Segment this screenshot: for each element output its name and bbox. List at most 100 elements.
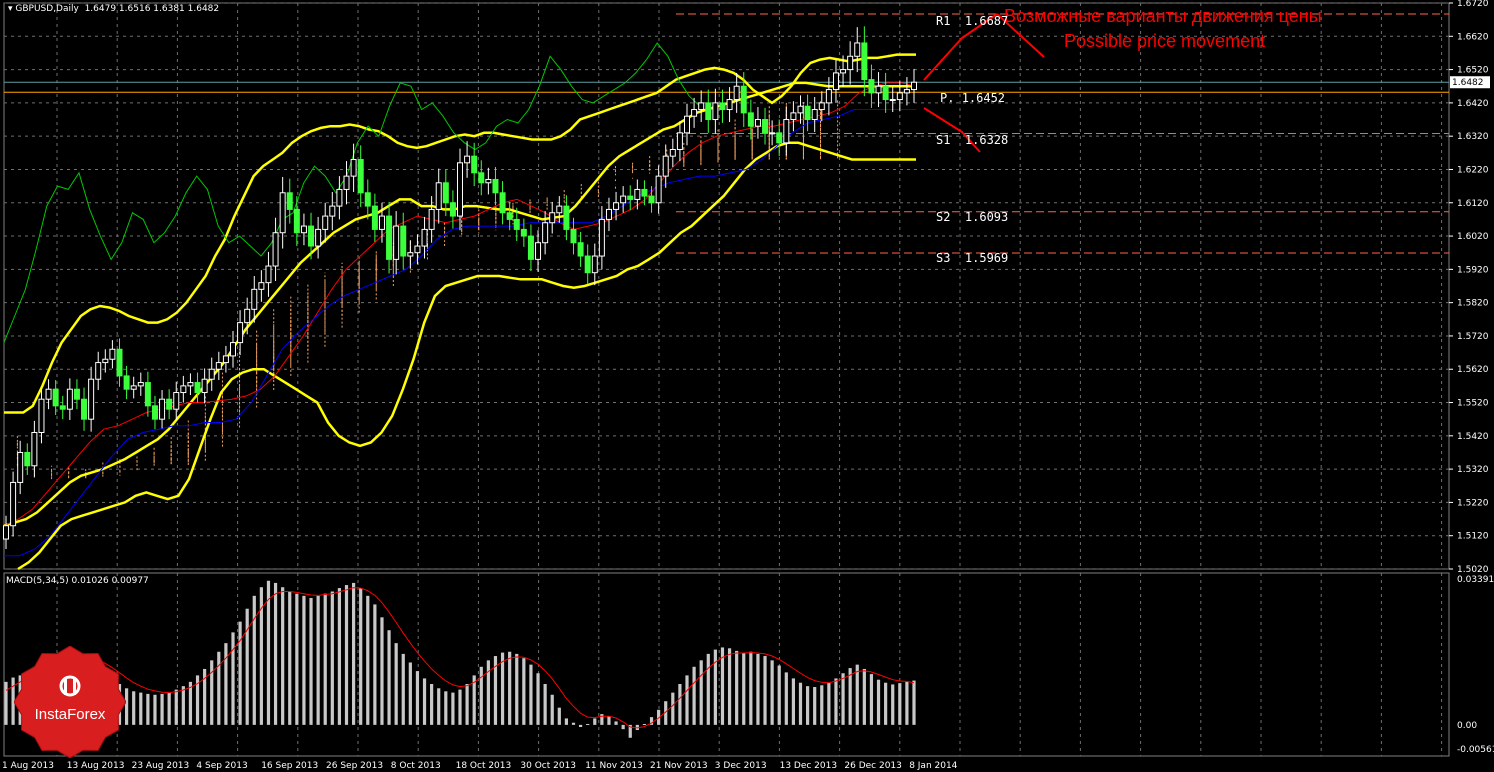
candle-bullish xyxy=(173,392,180,410)
candle-bullish xyxy=(691,109,698,117)
macd-title: MACD(5,34,5) 0.01026 0.00977 xyxy=(6,576,149,586)
macd-histogram-bar xyxy=(465,684,469,725)
macd-histogram-bar xyxy=(784,672,788,725)
candle-bullish xyxy=(3,525,9,540)
macd-histogram-bar xyxy=(671,692,675,725)
macd-histogram-bar xyxy=(763,656,767,725)
candle-bearish xyxy=(116,348,123,377)
candle-bearish xyxy=(166,398,173,410)
y-tick-label: 1.5020 xyxy=(1457,565,1489,575)
macd-histogram-bar xyxy=(153,694,157,725)
macd-histogram-bar xyxy=(316,595,320,725)
candle-bearish xyxy=(527,235,534,260)
macd-histogram-bar xyxy=(486,660,490,725)
macd-histogram-bar xyxy=(160,693,164,725)
x-tick-label: 30 Oct 2013 xyxy=(520,761,576,771)
macd-histogram-bar xyxy=(876,679,881,725)
pivot-p-label: P. 1.6452 xyxy=(940,91,1006,105)
candle-bearish xyxy=(804,105,811,121)
candle-bullish xyxy=(428,208,435,230)
macd-histogram-bar xyxy=(557,707,561,725)
candle-bullish xyxy=(712,102,719,121)
candle-bearish xyxy=(286,192,293,210)
y-tick-label: 1.5620 xyxy=(1457,365,1489,375)
macd-histogram-bar xyxy=(543,684,547,725)
macd-histogram-bar xyxy=(749,651,753,725)
macd-histogram-bar xyxy=(827,682,831,725)
candle-bearish xyxy=(24,451,31,467)
x-tick-label: 23 Aug 2013 xyxy=(132,761,190,771)
macd-histogram-bar xyxy=(777,665,781,725)
candle-bullish xyxy=(457,162,463,217)
candle-bullish xyxy=(336,188,343,207)
macd-y-tick-label: 0.03391 xyxy=(1457,575,1494,585)
macd-histogram-bar xyxy=(387,630,391,725)
candle-bullish xyxy=(393,225,400,260)
macd-histogram-bar xyxy=(380,617,384,725)
candle-bullish xyxy=(66,388,73,410)
macd-histogram-bar xyxy=(813,687,817,725)
macd-histogram-bar xyxy=(309,597,313,725)
macd-histogram-bar xyxy=(508,651,512,725)
candle-bullish xyxy=(38,398,45,433)
candle-bullish xyxy=(130,385,137,390)
candle-bullish xyxy=(180,385,187,394)
candle-bullish xyxy=(903,89,910,94)
x-tick-label: 8 Jan 2014 xyxy=(909,761,957,771)
candle-bullish xyxy=(88,378,95,420)
macd-histogram-bar xyxy=(139,692,143,725)
macd-histogram-bar xyxy=(891,684,895,725)
candle-bullish xyxy=(208,368,215,380)
macd-histogram-bar xyxy=(252,595,256,725)
candle-bearish xyxy=(506,212,513,220)
candle-bullish xyxy=(790,112,797,121)
candle-bearish xyxy=(641,188,648,197)
candle-bullish xyxy=(10,481,17,527)
candle-bearish xyxy=(747,112,754,127)
macd-histogram-bar xyxy=(210,660,214,725)
instaforex-logo[interactable]: InstaForex xyxy=(13,645,127,759)
candle-bearish xyxy=(357,158,364,194)
macd-histogram-bar xyxy=(607,716,611,725)
x-tick-label: 1 Aug 2013 xyxy=(2,761,54,771)
candle-bearish xyxy=(144,382,151,407)
candle-bearish xyxy=(513,218,520,230)
candle-bullish xyxy=(137,382,144,387)
instaforex-logo-icon xyxy=(13,645,127,759)
candle-bullish xyxy=(889,99,896,102)
x-tick-label: 13 Aug 2013 xyxy=(67,761,125,771)
candle-bearish xyxy=(868,79,875,94)
macd-histogram-bar xyxy=(571,722,576,725)
macd-histogram-bar xyxy=(515,653,519,725)
ohlc-label: 1.6479 1.6516 1.6381 1.6482 xyxy=(84,4,220,14)
macd-histogram-bar xyxy=(855,664,859,725)
candle-bullish xyxy=(237,322,244,344)
macd-histogram-bar xyxy=(578,724,583,728)
candle-bullish xyxy=(832,72,839,91)
candle-bearish xyxy=(364,192,371,207)
candle-bullish xyxy=(875,85,882,94)
macd-histogram-bar xyxy=(756,653,760,725)
candle-bullish xyxy=(300,225,307,234)
symbol-label: GBPUSD,Daily xyxy=(15,4,79,14)
macd-histogram-bar xyxy=(834,678,838,725)
candle-bearish xyxy=(81,398,88,420)
candle-bearish xyxy=(442,182,449,204)
candle-bearish xyxy=(570,228,577,244)
candle-bullish xyxy=(733,85,740,101)
x-tick-label: 21 Nov 2013 xyxy=(650,761,708,771)
candle-bullish xyxy=(378,215,385,230)
macd-panel-frame xyxy=(3,572,1450,757)
y-tick-label: 1.5720 xyxy=(1457,332,1489,342)
macd-histogram-bar xyxy=(805,686,810,725)
candle-bearish xyxy=(449,202,456,217)
candle-bullish xyxy=(676,132,683,150)
macd-histogram-bar xyxy=(337,588,342,725)
macd-histogram-bar xyxy=(330,591,334,725)
candle-bearish xyxy=(499,192,506,214)
candle-bullish xyxy=(684,115,690,134)
macd-histogram-bar xyxy=(699,660,703,725)
candle-bearish xyxy=(123,375,130,390)
candle-bullish xyxy=(911,81,917,91)
macd-histogram-bar xyxy=(550,694,554,725)
